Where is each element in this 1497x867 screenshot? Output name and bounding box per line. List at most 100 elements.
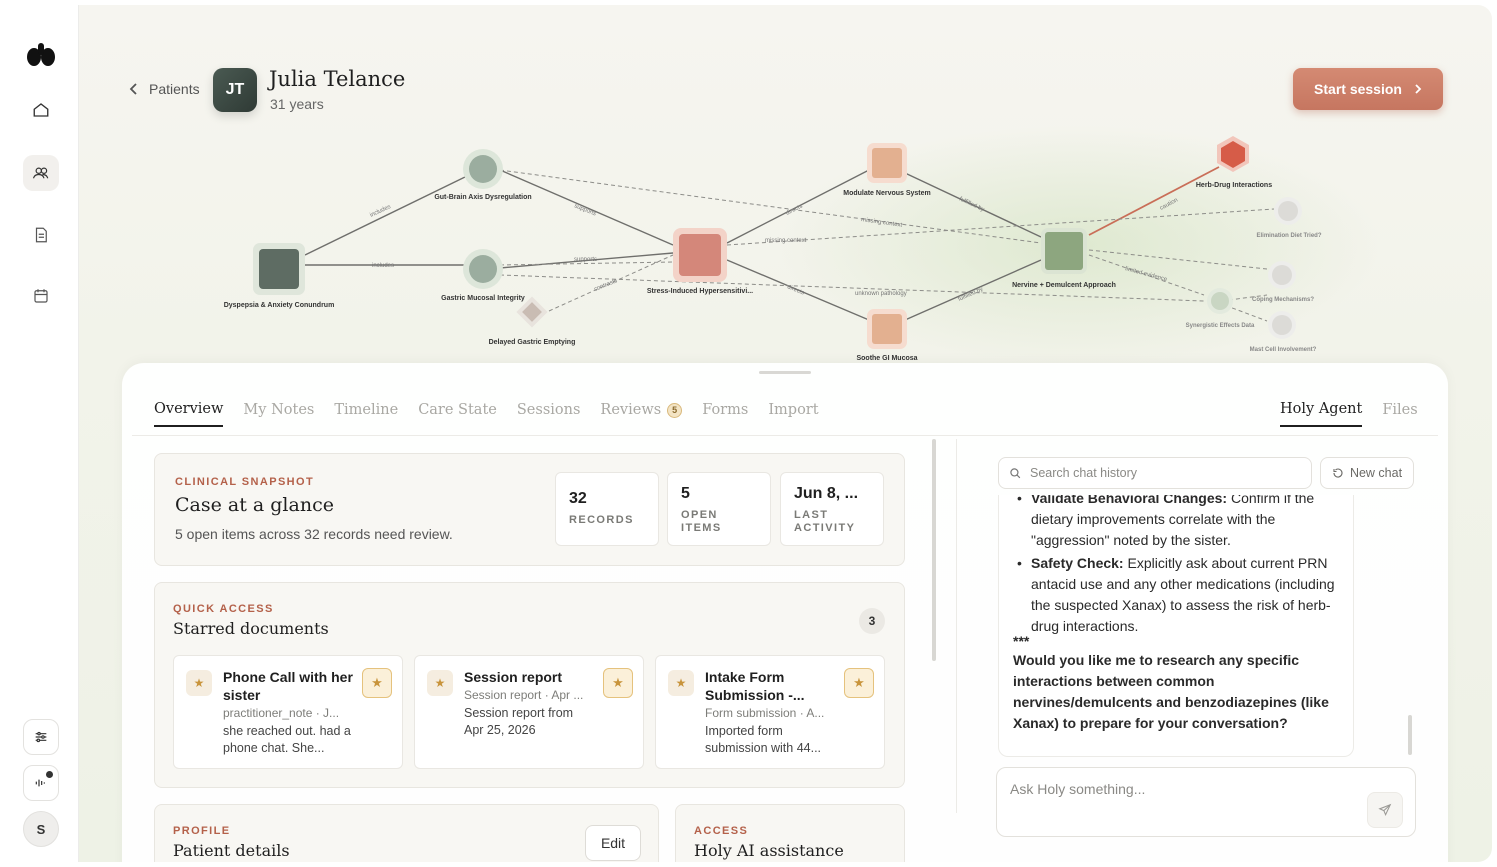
access-card: ACCESS Holy AI assistance bbox=[675, 804, 905, 862]
access-title: Holy AI assistance bbox=[694, 841, 844, 860]
tab-sessions[interactable]: Sessions bbox=[517, 401, 581, 427]
edit-profile-button[interactable]: Edit bbox=[585, 825, 641, 861]
document-icon bbox=[35, 227, 47, 243]
doc-title: Session report bbox=[464, 669, 563, 685]
starred-doc-card[interactable]: ★ Phone Call with her sister practitione… bbox=[173, 655, 403, 769]
profile-eyebrow: PROFILE bbox=[173, 825, 231, 837]
reviews-count-badge: 5 bbox=[667, 402, 683, 418]
bottom-panel: Overview My Notes Timeline Care State Se… bbox=[122, 363, 1448, 862]
starred-count-badge: 3 bbox=[859, 608, 885, 634]
divider bbox=[956, 439, 957, 813]
app-logo[interactable] bbox=[25, 41, 57, 69]
tab-label: My Notes bbox=[243, 402, 315, 418]
patient-avatar: JT bbox=[213, 68, 257, 112]
node-label: Modulate Nervous System bbox=[843, 190, 931, 197]
stat-label: OPEN ITEMS bbox=[681, 509, 722, 534]
tab-overview[interactable]: Overview bbox=[154, 401, 224, 427]
node-nervine[interactable] bbox=[1041, 228, 1087, 274]
tab-reviews[interactable]: Reviews 5 bbox=[600, 401, 683, 427]
node-label: Dyspepsia & Anxiety Conundrum bbox=[224, 302, 335, 309]
node-elimination-diet[interactable] bbox=[1274, 197, 1302, 225]
main-tabs: Overview My Notes Timeline Care State Se… bbox=[154, 401, 819, 427]
starred-doc-card[interactable]: ★ Session report Session report · Apr ..… bbox=[414, 655, 644, 769]
access-eyebrow: ACCESS bbox=[694, 825, 749, 837]
tab-label: Timeline bbox=[334, 402, 399, 418]
start-session-button[interactable]: Start session bbox=[1293, 68, 1443, 110]
tab-forms[interactable]: Forms bbox=[702, 401, 748, 427]
send-button[interactable] bbox=[1367, 792, 1403, 828]
start-session-label: Start session bbox=[1314, 81, 1402, 97]
tab-label: Holy Agent bbox=[1280, 401, 1363, 417]
patient-age: 31 years bbox=[270, 96, 324, 112]
node-label: Gut-Brain Axis Dysregulation bbox=[434, 194, 531, 201]
new-chat-button[interactable]: New chat bbox=[1320, 457, 1414, 489]
panel-drag-handle[interactable] bbox=[759, 371, 811, 374]
chat-search-field[interactable]: Search chat history bbox=[998, 457, 1312, 489]
nav-patients[interactable] bbox=[23, 155, 59, 191]
voice-button[interactable] bbox=[23, 765, 59, 801]
unstar-button[interactable]: ★ bbox=[844, 668, 874, 698]
profile-card: PROFILE Patient details Edit bbox=[154, 804, 659, 862]
edge-label: unknown pathology bbox=[855, 291, 907, 297]
unstar-button[interactable]: ★ bbox=[362, 668, 392, 698]
nav-calendar[interactable] bbox=[23, 278, 59, 314]
notification-dot bbox=[46, 771, 53, 778]
tab-label: Reviews bbox=[600, 402, 662, 418]
chat-input[interactable] bbox=[1010, 781, 1350, 797]
user-avatar[interactable]: S bbox=[23, 811, 59, 847]
calendar-icon bbox=[34, 289, 48, 303]
nav-home[interactable] bbox=[23, 92, 59, 128]
chevron-left-icon bbox=[129, 83, 137, 95]
doc-meta: practitioner_note · J... bbox=[223, 706, 340, 720]
tab-care-state[interactable]: Care State bbox=[418, 401, 497, 427]
node-stress-induced[interactable] bbox=[673, 228, 727, 282]
back-label: Patients bbox=[149, 81, 200, 97]
tab-my-notes[interactable]: My Notes bbox=[243, 401, 314, 427]
stat-records: 32 RECORDS bbox=[555, 472, 659, 546]
patient-name: Julia Telance bbox=[269, 67, 406, 91]
starred-doc-card[interactable]: ★ Intake Form Submission -... Form submi… bbox=[655, 655, 885, 769]
chat-bullet-list: Validate Behavioral Changes: Confirm if … bbox=[1013, 495, 1339, 639]
edge-line bbox=[304, 176, 466, 256]
node-soothe-gi[interactable] bbox=[867, 309, 907, 349]
node-gut-brain[interactable] bbox=[463, 149, 503, 189]
tab-import[interactable]: Import bbox=[768, 401, 818, 427]
doc-title: Phone Call with her sister bbox=[223, 669, 353, 703]
star-icon: ★ bbox=[612, 675, 624, 690]
node-label: Soothe GI Mucosa bbox=[856, 355, 917, 362]
bullet-heading: Validate Behavioral Changes: bbox=[1031, 495, 1228, 506]
unstar-button[interactable]: ★ bbox=[603, 668, 633, 698]
tab-holy-agent[interactable]: Holy Agent bbox=[1280, 401, 1363, 427]
edge-label: supports bbox=[573, 203, 597, 217]
node-label: Coping Mechanisms? bbox=[1252, 297, 1314, 303]
node-mast-cell[interactable] bbox=[1268, 311, 1296, 339]
chat-bullet: Safety Check: Explicitly ask about curre… bbox=[1013, 553, 1339, 637]
tab-timeline[interactable]: Timeline bbox=[334, 401, 398, 427]
edge-label: missing context bbox=[765, 238, 807, 244]
tab-label: Overview bbox=[154, 401, 224, 417]
node-dyspepsia[interactable] bbox=[253, 243, 305, 295]
node-modulate-nervous[interactable] bbox=[867, 143, 907, 183]
nav-documents[interactable] bbox=[23, 217, 59, 253]
quick-access-title: Starred documents bbox=[173, 619, 329, 638]
tab-label: Import bbox=[768, 402, 819, 418]
back-to-patients-link[interactable]: Patients bbox=[129, 81, 200, 97]
tab-files[interactable]: Files bbox=[1382, 401, 1417, 427]
chat-input-box bbox=[996, 767, 1416, 837]
settings-sliders-button[interactable] bbox=[23, 719, 59, 755]
search-placeholder: Search chat history bbox=[1030, 466, 1137, 480]
chat-scrollbar[interactable] bbox=[1408, 715, 1412, 755]
node-label: Herb-Drug Interactions bbox=[1196, 182, 1272, 189]
case-graph[interactable]: includes includes supports supports cont… bbox=[79, 125, 1492, 363]
stat-value: Jun 8, ... bbox=[794, 485, 859, 502]
scrollbar[interactable] bbox=[932, 439, 936, 661]
node-label: Nervine + Demulcent Approach bbox=[1012, 282, 1116, 289]
node-synergistic[interactable] bbox=[1207, 288, 1233, 314]
quick-access-card: QUICK ACCESS Starred documents 3 ★ Phone… bbox=[154, 582, 905, 788]
tab-label: Forms bbox=[702, 402, 749, 418]
node-coping[interactable] bbox=[1268, 261, 1296, 289]
doc-meta: Form submission · A... bbox=[705, 706, 825, 720]
snapshot-subtitle: 5 open items across 32 records need revi… bbox=[175, 526, 453, 542]
star-icon: ★ bbox=[427, 670, 453, 696]
node-gastric-mucosal[interactable] bbox=[463, 249, 503, 289]
